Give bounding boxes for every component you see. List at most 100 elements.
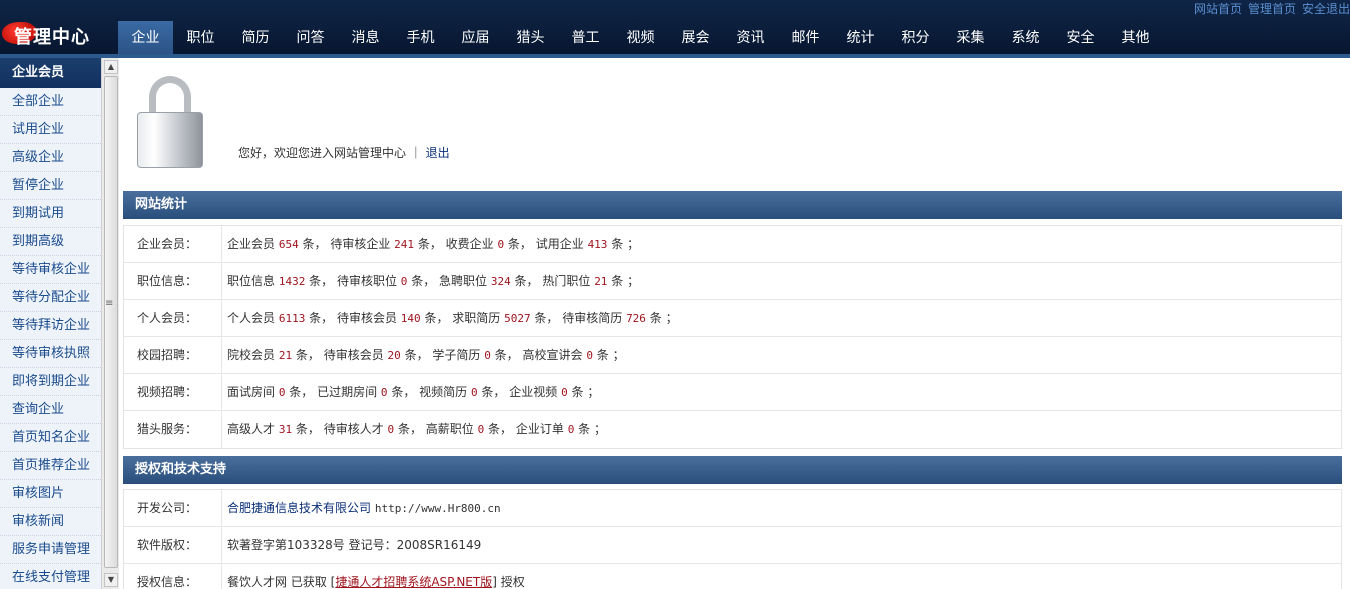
- nav-tab-resumes[interactable]: 简历: [228, 21, 283, 55]
- safe-logout-link[interactable]: 安全退出: [1302, 0, 1350, 16]
- admin-home-link[interactable]: 管理首页: [1248, 0, 1296, 16]
- site-home-link[interactable]: 网站首页: [1194, 0, 1242, 16]
- copyright-value: 软著登字第103328号 登记号：2008SR16149: [227, 538, 482, 552]
- stats-row-label: 个人会员：: [124, 300, 222, 336]
- support-section-title: 授权和技术支持: [123, 456, 1342, 484]
- sidebar-item-suspended-enterprises[interactable]: 暂停企业: [0, 172, 101, 200]
- stats-row-value: 面试房间 0 条， 已过期房间 0 条， 视频简历 0 条， 企业视频 0 条 …: [222, 374, 599, 410]
- scroll-up-arrow-icon[interactable]: ▲: [104, 60, 118, 74]
- stat-text: 院校会员: [227, 348, 279, 362]
- nav-tab-qa[interactable]: 问答: [283, 21, 338, 55]
- stats-row-value: 个人会员 6113 条， 待审核会员 140 条， 求职简历 5027 条， 待…: [222, 300, 678, 336]
- stat-text: 条， 试用企业: [504, 237, 588, 251]
- nav-tab-jobs[interactable]: 职位: [173, 21, 228, 55]
- stat-text: 条 ；: [567, 385, 600, 399]
- stat-count: 241: [394, 238, 415, 251]
- stat-text: 高级人才: [227, 422, 279, 436]
- stat-text: 条， 已过期房间: [285, 385, 381, 399]
- lock-icon: [135, 74, 205, 170]
- sidebar-item-search-enterprise[interactable]: 查询企业: [0, 396, 101, 424]
- logout-link[interactable]: 退出: [426, 146, 450, 160]
- stats-row-label: 视频招聘：: [124, 374, 222, 410]
- logo-text: 管理中心: [14, 27, 90, 48]
- nav-tab-headhunter[interactable]: 猎头: [503, 21, 558, 55]
- nav-tab-mail[interactable]: 邮件: [778, 21, 833, 55]
- stat-text: 条， 求职简历: [420, 311, 505, 325]
- stats-row-value: 高级人才 31 条， 待审核人才 0 条， 高薪职位 0 条， 企业订单 0 条…: [222, 411, 606, 448]
- sidebar-item-online-payment[interactable]: 在线支付管理: [0, 564, 101, 589]
- company-value: 合肥捷通信息技术有限公司 http://www.Hr800.cn: [222, 490, 501, 526]
- scroll-down-arrow-icon[interactable]: ▼: [104, 573, 118, 587]
- stat-text: 条 ；: [607, 237, 640, 251]
- sidebar-item-all-enterprises[interactable]: 全部企业: [0, 88, 101, 116]
- welcome-panel: 您好，欢迎您进入网站管理中心 ｜ 退出: [123, 58, 1342, 188]
- sidebar-item-pending-review[interactable]: 等待审核企业: [0, 256, 101, 284]
- main-content: 您好，欢迎您进入网站管理中心 ｜ 退出 网站统计 企业会员： 企业会员 654 条…: [123, 58, 1342, 589]
- sidebar-item-pending-assign[interactable]: 等待分配企业: [0, 284, 101, 312]
- stat-count: 0: [380, 386, 388, 399]
- nav-tab-video[interactable]: 视频: [613, 21, 668, 55]
- nav-tab-general-labor[interactable]: 普工: [558, 21, 613, 55]
- license-value: 餐饮人才网 已获取 [捷通人才招聘系统ASP.NET版] 授权: [222, 564, 525, 589]
- table-row: 开发公司： 合肥捷通信息技术有限公司 http://www.Hr800.cn: [124, 490, 1341, 527]
- nav-tab-statistics[interactable]: 统计: [833, 21, 888, 55]
- sidebar-item-home-recommended[interactable]: 首页推荐企业: [0, 452, 101, 480]
- stat-text: 职位信息: [227, 274, 279, 288]
- stat-count: 31: [278, 423, 293, 436]
- stats-row-value: 院校会员 21 条， 待审核会员 20 条， 学子简历 0 条， 高校宣讲会 0…: [222, 337, 625, 373]
- stat-count: 0: [561, 386, 568, 399]
- nav-tab-messages[interactable]: 消息: [338, 21, 393, 55]
- company-name-link[interactable]: 合肥捷通信息技术有限公司: [227, 501, 371, 515]
- sidebar-item-premium-enterprises[interactable]: 高级企业: [0, 144, 101, 172]
- stats-row-value: 职位信息 1432 条， 待审核职位 0 条， 急聘职位 324 条， 热门职位…: [222, 263, 639, 299]
- nav-tab-security[interactable]: 安全: [1053, 21, 1108, 55]
- sidebar-title: 企业会员: [0, 58, 101, 88]
- sidebar-item-pending-visit[interactable]: 等待拜访企业: [0, 312, 101, 340]
- stat-count: 0: [484, 349, 491, 362]
- sidebar-item-expired-premium[interactable]: 到期高级: [0, 228, 101, 256]
- sidebar-item-review-images[interactable]: 审核图片: [0, 480, 101, 508]
- license-product-link[interactable]: 捷通人才招聘系统ASP.NET版: [335, 575, 492, 589]
- table-row: 授权信息： 餐饮人才网 已获取 [捷通人才招聘系统ASP.NET版] 授权: [124, 564, 1341, 589]
- top-links: 网站首页 管理首页 安全退出: [1194, 0, 1350, 16]
- sidebar-item-home-famous[interactable]: 首页知名企业: [0, 424, 101, 452]
- nav-tab-graduates[interactable]: 应届: [448, 21, 503, 55]
- sidebar-item-expired-trial[interactable]: 到期试用: [0, 200, 101, 228]
- stat-count: 20: [387, 349, 401, 362]
- stat-text: 条， 企业订单: [484, 422, 568, 436]
- stat-count: 0: [586, 349, 593, 362]
- stat-text: 个人会员: [227, 311, 279, 325]
- nav-tab-points[interactable]: 积分: [888, 21, 943, 55]
- nav-tab-exhibition[interactable]: 展会: [668, 21, 723, 55]
- stat-count: 654: [278, 238, 299, 251]
- scrollbar-thumb[interactable]: [104, 76, 118, 568]
- nav-tab-mobile[interactable]: 手机: [393, 21, 448, 55]
- stat-text: 条 ；: [645, 311, 678, 325]
- sidebar-item-expiring-soon[interactable]: 即将到期企业: [0, 368, 101, 396]
- grip-icon: ≡: [105, 298, 114, 309]
- stat-text: 条， 热门职位: [510, 274, 595, 288]
- license-label: 授权信息：: [124, 564, 222, 589]
- nav-tab-system[interactable]: 系统: [998, 21, 1053, 55]
- sidebar-item-pending-license[interactable]: 等待审核执照: [0, 340, 101, 368]
- welcome-message: 您好，欢迎您进入网站管理中心 ｜ 退出: [238, 144, 450, 161]
- welcome-text: 您好，欢迎您进入网站管理中心 ｜: [238, 146, 422, 160]
- table-row: 软件版权： 软著登字第103328号 登记号：2008SR16149: [124, 527, 1341, 564]
- stat-count: 21: [278, 349, 293, 362]
- nav-tab-news[interactable]: 资讯: [723, 21, 778, 55]
- sidebar-scrollbar[interactable]: ▲ ≡ ▼: [101, 58, 119, 589]
- stat-count: 5027: [504, 312, 531, 325]
- nav-tab-collect[interactable]: 采集: [943, 21, 998, 55]
- stat-count: 324: [490, 275, 511, 288]
- sidebar-item-review-news[interactable]: 审核新闻: [0, 508, 101, 536]
- stat-text: 条， 视频简历: [387, 385, 471, 399]
- stats-section-title: 网站统计: [123, 191, 1342, 219]
- stats-row-value: 企业会员 654 条， 待审核企业 241 条， 收费企业 0 条， 试用企业 …: [222, 226, 639, 262]
- nav-tab-other[interactable]: 其他: [1108, 21, 1163, 55]
- nav-tab-enterprise[interactable]: 企业: [118, 21, 173, 55]
- sidebar-item-trial-enterprises[interactable]: 试用企业: [0, 116, 101, 144]
- support-table: 开发公司： 合肥捷通信息技术有限公司 http://www.Hr800.cn 软…: [123, 489, 1342, 589]
- stat-text: 面试房间: [227, 385, 279, 399]
- stat-text: 条， 待审核职位: [305, 274, 401, 288]
- sidebar-item-service-requests[interactable]: 服务申请管理: [0, 536, 101, 564]
